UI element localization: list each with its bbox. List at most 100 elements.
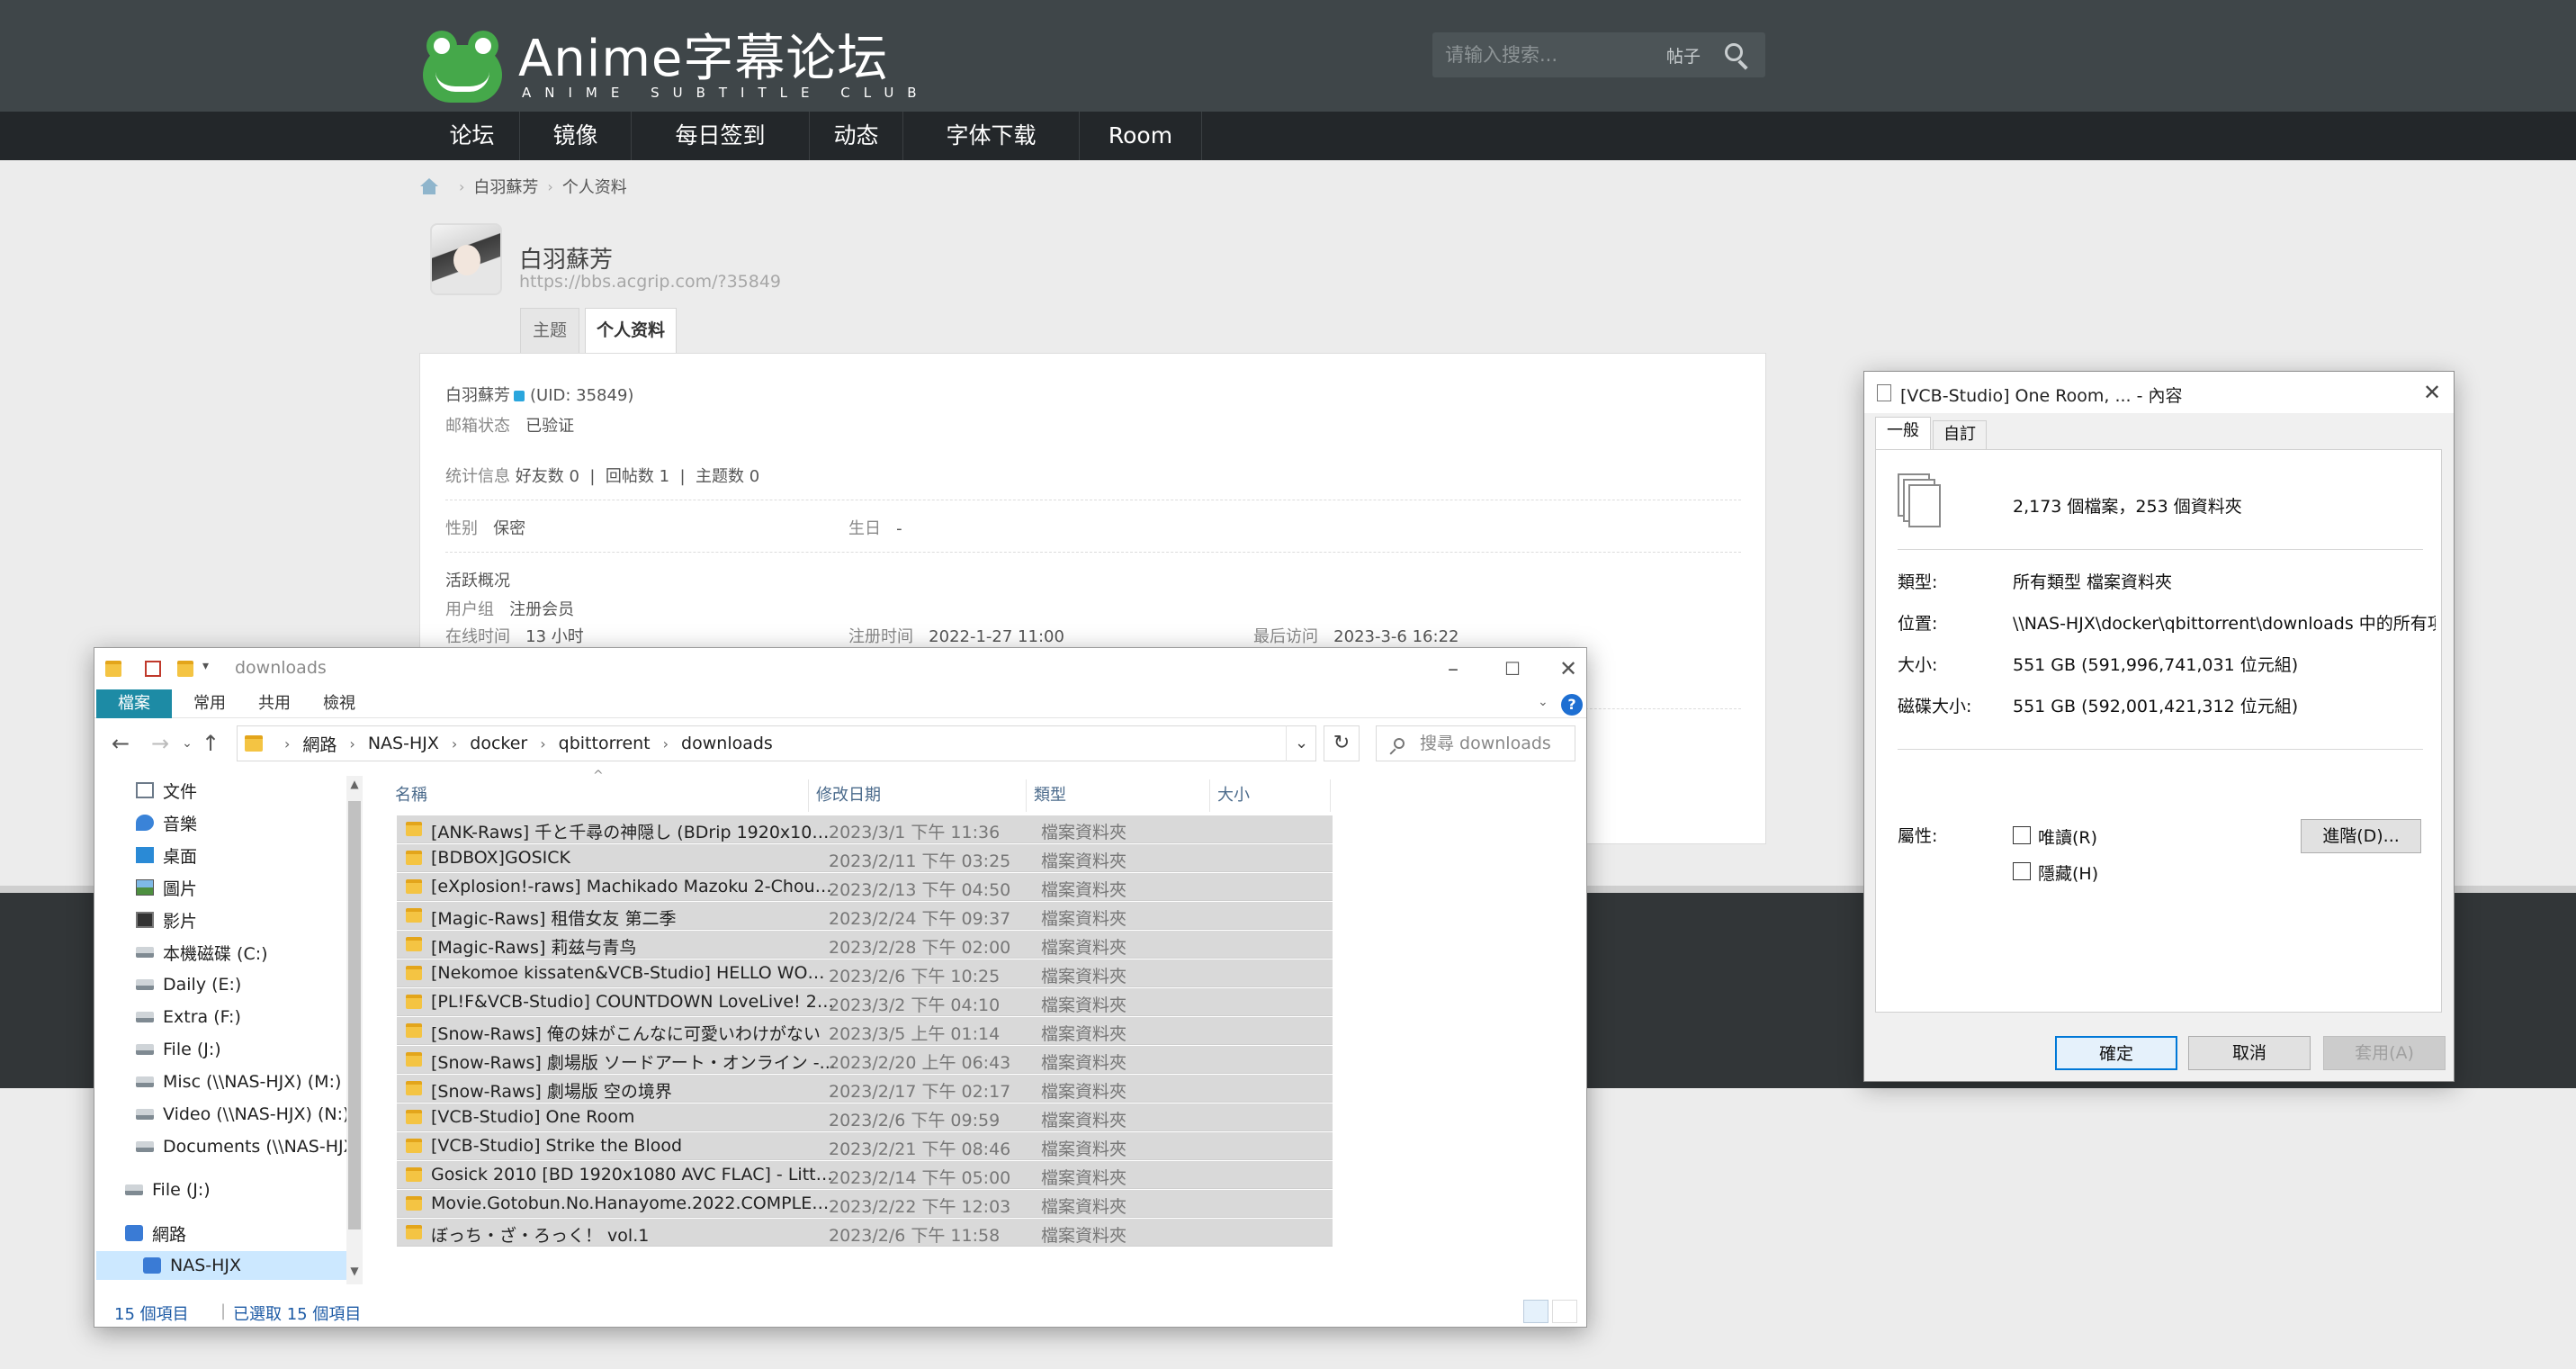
forum-logo[interactable]: Anime字幕论坛 ANIME SUBTITLE CLUB [419,27,930,106]
tab-general[interactable]: 一般 [1875,417,1931,449]
network-drive-icon [136,1141,154,1152]
nav-forum[interactable]: 论坛 [425,112,520,160]
scroll-thumb[interactable] [348,801,361,1229]
breadcrumb-user[interactable]: 白羽蘇芳 [473,175,538,198]
nav-room[interactable]: Room [1080,112,1202,160]
close-icon[interactable]: ✕ [2410,372,2454,413]
advanced-button[interactable]: 進階(D)... [2301,819,2421,853]
file-row[interactable]: [Snow-Raws] 劇場版 ソードアート・オンライン -... 2023/2/… [397,1046,1333,1074]
readonly-checkbox[interactable] [2013,826,2031,844]
divider [1898,549,2423,550]
up-arrow-icon[interactable]: ↑ [195,727,226,760]
nav-activity[interactable]: 动态 [810,112,903,160]
column-date[interactable]: 修改日期 [809,779,1027,812]
addr-downloads[interactable]: downloads [681,734,773,753]
properties-icon[interactable] [145,661,161,677]
apply-button[interactable]: 套用(A) [2323,1036,2446,1070]
nav-mirror[interactable]: 镜像 [520,112,632,160]
file-row[interactable]: [BDBOX]GOSICK 2023/2/11 下午 03:25 檔案資料夾 [397,844,1333,872]
addr-docker[interactable]: docker [470,734,527,753]
properties-titlebar[interactable]: [VCB-Studio] One Room, ... - 內容 ✕ [1864,372,2454,413]
reg-row: 注册时间 2022-1-27 11:00 [848,624,1064,647]
file-row[interactable]: [VCB-Studio] Strike the Blood 2023/2/21 下… [397,1132,1333,1160]
forum-search-input[interactable] [1445,43,1643,67]
refresh-icon[interactable]: ↻ [1324,725,1360,761]
chevron-down-icon[interactable]: ⌄ [1538,695,1554,711]
scroll-up-icon[interactable]: ▲ [346,778,363,796]
column-size[interactable]: 大小 [1210,779,1331,812]
file-row[interactable]: [Snow-Raws] 俺の妹がこんなに可愛いわけがない 2023/3/5 上午 … [397,1017,1333,1045]
drive-icon [136,1012,154,1022]
address-bar[interactable]: › 網路 › NAS-HJX › docker › qbittorrent › down… [237,725,1316,761]
nav-daily-checkin[interactable]: 每日签到 [632,112,810,160]
birthday-label: 生日 [848,519,881,538]
file-row[interactable]: Gosick 2010 [BD 1920x1080 AVC FLAC] - Li… [397,1161,1333,1189]
file-row[interactable]: [VCB-Studio] One Room 2023/2/6 下午 09:59 檔案… [397,1103,1333,1131]
file-row[interactable]: [Nekomoe kissaten&VCB-Studio] HELLO WORL… [397,959,1333,987]
file-row[interactable]: [eXplosion!-raws] Machikado Mazoku 2-Cho… [397,873,1333,901]
replies-count[interactable]: 回帖数 1 [606,467,669,486]
nav-scrollbar[interactable]: ▲ ▼ [346,776,363,1284]
online-label: 在线时间 [445,627,510,646]
file-row[interactable]: Movie.Gotobun.No.Hanayome.2022.COMPLETE.… [397,1190,1333,1218]
cancel-button[interactable]: 取消 [2188,1036,2311,1070]
address-dropdown-icon[interactable]: ⌄ [1286,725,1316,761]
file-row[interactable]: ぼっち・ざ・ろっく！ vol.1 2023/2/6 下午 11:58 檔案資料夾 [397,1219,1333,1247]
back-arrow-icon[interactable]: ← [105,727,136,760]
file-row[interactable]: [PL!F&VCB-Studio] COUNTDOWN LoveLive! 20… [397,988,1333,1016]
explorer-titlebar[interactable]: ▾ downloads – ☐ ✕ [94,648,1586,689]
column-name[interactable]: 名稱 [388,779,809,812]
large-icons-view-icon[interactable] [1552,1300,1577,1323]
search-icon[interactable] [1719,38,1755,72]
addr-qbittorrent[interactable]: qbittorrent [559,734,651,753]
file-type: 檔案資料夾 [1041,880,1127,900]
file-name: [VCB-Studio] Strike the Blood [431,1136,683,1156]
help-icon[interactable]: ? [1561,694,1583,716]
nav-label: Daily (E:) [163,975,242,995]
forward-arrow-icon[interactable]: → [145,727,175,760]
profile-url[interactable]: https://bbs.acgrip.com/?35849 [519,272,781,292]
nav-nas-hjx[interactable]: NAS-HJX [96,1251,346,1280]
column-type[interactable]: 類型 [1027,779,1210,812]
addr-network[interactable]: 網路 [302,732,337,756]
file-row[interactable]: [Magic-Raws] 租借女友 第二季 2023/2/24 下午 09:37 檔… [397,902,1333,930]
tab-profile[interactable]: 个人资料 [585,308,677,353]
readonly-label[interactable]: 唯讀(R) [2038,824,2097,849]
file-row[interactable]: [ANK-Raws] 千と千尋の神隠し (BDrip 1920x1080... 2… [397,815,1333,843]
ribbon-tab-share[interactable]: 共用 [247,689,301,718]
file-type: 檔案資料夾 [1041,1197,1127,1217]
hidden-checkbox[interactable] [2013,862,2031,880]
ok-button[interactable]: 確定 [2055,1036,2177,1070]
ribbon-tab-view[interactable]: 檢視 [312,689,366,718]
nav-font-download[interactable]: 字体下载 [903,112,1080,160]
home-icon[interactable] [419,178,439,194]
attributes-label: 屬性: [1898,826,1938,846]
file-row[interactable]: [Snow-Raws] 劇場版 空の境界 2023/2/17 下午 02:17 檔案… [397,1075,1333,1103]
group-value[interactable]: 注册会员 [509,600,574,619]
new-folder-icon[interactable] [177,661,193,677]
threads-count[interactable]: 主题数 0 [696,467,759,486]
disk-size-label: 磁碟大小: [1898,697,1972,716]
avatar[interactable] [430,223,502,295]
file-name: [BDBOX]GOSICK [431,848,571,868]
close-icon[interactable]: ✕ [1532,648,1604,689]
tab-custom[interactable]: 自訂 [1933,420,1987,449]
folder-icon [406,937,422,951]
nav-file-j[interactable]: File (J:) [125,1175,377,1204]
quick-access-dropdown-icon[interactable]: ▾ [202,659,219,675]
ribbon-tab-file[interactable]: 檔案 [96,689,172,718]
nav-documents-nas[interactable]: Documents (\\NAS-HJX [136,1132,346,1161]
file-list: ^ 名稱 修改日期 類型 大小 [ANK-Raws] 千と千尋の神隠し (BDr… [388,769,1575,1291]
nav-network[interactable]: 網路 [125,1219,377,1247]
friends-count[interactable]: 好友数 0 [516,467,579,486]
file-name: Gosick 2010 [BD 1920x1080 AVC FLAC] - Li… [431,1165,836,1184]
status-bar: 15 個項目 | 已選取 15 個項目 [94,1296,1586,1327]
details-view-icon[interactable] [1523,1300,1548,1323]
ribbon-tab-home[interactable]: 常用 [183,689,237,718]
search-scope-selector[interactable]: 帖子 [1666,43,1701,68]
tab-topics[interactable]: 主题 [520,308,579,353]
hidden-label[interactable]: 隱藏(H) [2038,860,2098,885]
file-row[interactable]: [Magic-Raws] 莉兹与青鸟 2023/2/28 下午 02:00 檔案資料… [397,931,1333,959]
addr-nas[interactable]: NAS-HJX [368,734,439,753]
scroll-down-icon[interactable]: ▼ [346,1265,363,1283]
